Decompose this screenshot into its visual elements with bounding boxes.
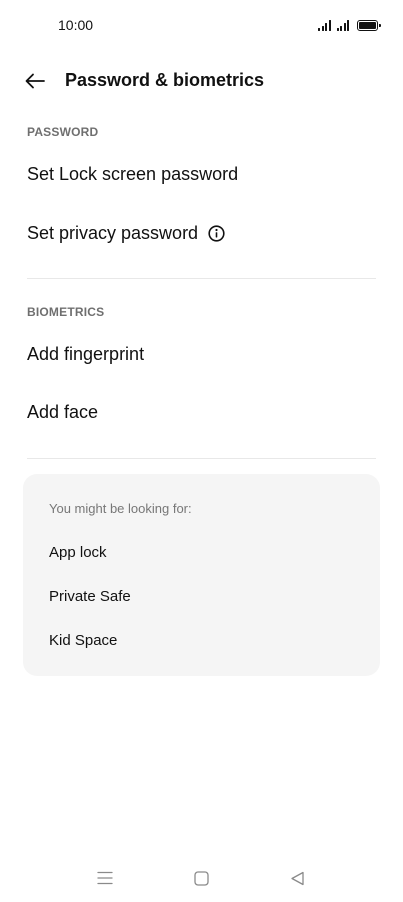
menu-icon: [97, 871, 113, 885]
suggestions-card: You might be looking for: App lock Priva…: [23, 474, 380, 676]
add-fingerprint-label: Add fingerprint: [27, 344, 145, 364]
page-title: Password & biometrics: [65, 70, 265, 90]
suggestion-kid-space[interactable]: Kid Space: [49, 632, 117, 649]
header: Password & biometrics: [0, 62, 403, 100]
menu-button[interactable]: [93, 866, 117, 890]
info-icon[interactable]: [208, 225, 225, 242]
set-lock-screen-password-item[interactable]: Set Lock screen password: [0, 151, 403, 201]
status-bar: 10:00: [0, 0, 403, 50]
back-button[interactable]: [20, 66, 50, 96]
suggestion-private-safe[interactable]: Private Safe: [49, 588, 131, 605]
add-face-item[interactable]: Add face: [0, 389, 403, 439]
back-nav-button[interactable]: [285, 866, 309, 890]
signal-icon: [318, 20, 331, 31]
navigation-bar: [0, 852, 403, 902]
set-lock-screen-password-label: Set Lock screen password: [27, 164, 239, 184]
battery-icon: [357, 20, 381, 31]
status-time: 10:00: [58, 17, 94, 33]
suggestions-heading: You might be looking for:: [49, 501, 192, 516]
status-icons: [318, 17, 381, 31]
set-privacy-password-label: Set privacy password: [27, 223, 225, 244]
add-fingerprint-item[interactable]: Add fingerprint: [0, 331, 403, 381]
add-face-label: Add face: [27, 402, 99, 422]
suggestion-app-lock[interactable]: App lock: [49, 544, 107, 561]
set-privacy-password-item[interactable]: Set privacy password: [0, 210, 403, 260]
divider: [27, 458, 376, 459]
section-header-password: PASSWORD: [27, 125, 99, 139]
back-arrow-icon: [25, 73, 45, 89]
section-header-biometrics: BIOMETRICS: [27, 305, 105, 319]
signal-icon: [336, 20, 349, 31]
home-icon: [193, 870, 209, 886]
home-button[interactable]: [189, 866, 213, 890]
divider: [27, 278, 376, 279]
back-triangle-icon: [290, 871, 304, 885]
